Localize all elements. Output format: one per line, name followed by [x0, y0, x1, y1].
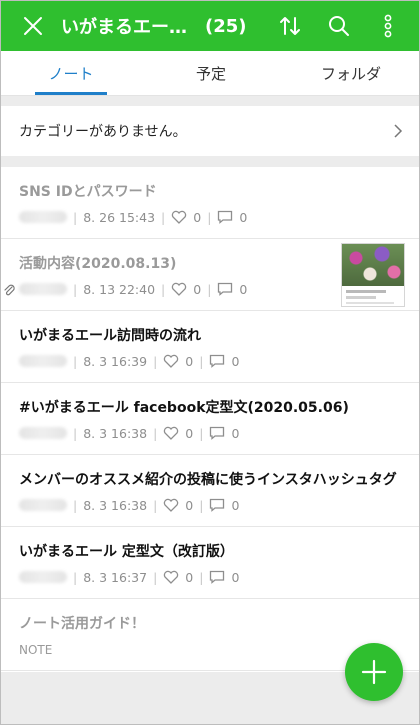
comment-icon	[209, 498, 225, 512]
heart-icon	[163, 570, 179, 584]
paperclip-icon	[4, 284, 15, 296]
list-item[interactable]: メンバーのオススメ紹介の投稿に使うインスタハッシュタグ | 8. 3 16:38…	[1, 455, 419, 527]
note-date: 8. 3 16:39	[83, 353, 148, 369]
comment-count: 0	[239, 209, 248, 225]
author-name-blurred	[19, 211, 67, 223]
sort-icon	[280, 17, 300, 35]
note-date: 8. 13 22:40	[83, 281, 156, 297]
more-vertical-icon	[384, 14, 392, 38]
comment-icon	[217, 210, 233, 224]
heart-icon	[163, 354, 179, 368]
note-meta: | 8. 3 16:38 | 0 | 0	[19, 497, 239, 513]
like-count: 0	[193, 209, 202, 225]
comment-icon	[209, 426, 225, 440]
author-name-blurred	[19, 499, 67, 511]
like-count: 0	[185, 425, 194, 441]
tab-folders[interactable]: フォルダ	[281, 51, 419, 95]
heart-icon	[171, 282, 187, 296]
note-date: 8. 3 16:37	[83, 569, 148, 585]
list-item[interactable]: いがまるエール訪問時の流れ | 8. 3 16:39 | 0 | 0	[1, 311, 419, 383]
comment-count: 0	[231, 569, 240, 585]
search-button[interactable]	[314, 1, 364, 51]
list-item[interactable]: #いがまるエール facebook定型文(2020.05.06) | 8. 3 …	[1, 383, 419, 455]
notes-list: SNS IDとパスワード | 8. 26 15:43 | 0 | 0 活動内容(…	[1, 167, 419, 672]
note-meta: | 8. 3 16:38 | 0 | 0	[19, 425, 239, 441]
comment-icon	[209, 570, 225, 584]
more-button[interactable]	[363, 1, 413, 51]
note-count: (25)	[205, 15, 247, 37]
list-item[interactable]: SNS IDとパスワード | 8. 26 15:43 | 0 | 0	[1, 167, 419, 239]
top-app-bar: いがまるエー… (25)	[1, 1, 419, 51]
heart-icon	[163, 426, 179, 440]
author-name-blurred	[19, 427, 67, 439]
tab-bar: ノート 予定 フォルダ	[1, 51, 419, 96]
app-frame: いがまるエー… (25) ノート 予定 フォルダ カテゴリーがありません。 SN…	[0, 0, 420, 725]
note-title: SNS IDとパスワード	[19, 184, 157, 200]
category-text: カテゴリーがありません。	[19, 124, 187, 140]
like-count: 0	[193, 281, 202, 297]
author-name-blurred	[19, 355, 67, 367]
category-row[interactable]: カテゴリーがありません。	[1, 106, 419, 156]
comment-count: 0	[239, 281, 248, 297]
comment-count: 0	[231, 353, 240, 369]
close-button[interactable]	[8, 1, 58, 51]
note-type-label: NOTE	[19, 643, 53, 657]
note-title: ノート活用ガイド！	[19, 616, 145, 632]
note-meta: | 8. 3 16:37 | 0 | 0	[19, 569, 239, 585]
search-icon	[329, 16, 349, 36]
heart-icon	[171, 210, 187, 224]
comment-icon	[217, 282, 233, 296]
comment-count: 0	[231, 425, 240, 441]
author-name-blurred	[19, 283, 67, 295]
like-count: 0	[185, 497, 194, 513]
list-item[interactable]: いがまるエール 定型文（改訂版） | 8. 3 16:37 | 0 | 0	[1, 527, 419, 599]
like-count: 0	[185, 569, 194, 585]
tab-schedule[interactable]: 予定	[141, 51, 281, 95]
notebook-title[interactable]: いがまるエー…	[61, 1, 201, 51]
note-title: #いがまるエール facebook定型文(2020.05.06)	[19, 400, 349, 416]
tab-notes[interactable]: ノート	[1, 51, 141, 95]
note-title: いがまるエール訪問時の流れ	[19, 328, 201, 344]
comment-icon	[209, 354, 225, 368]
add-note-button[interactable]	[345, 643, 403, 701]
list-item[interactable]: 活動内容(2020.08.13) | 8. 13 22:40 | 0 | 0	[1, 239, 419, 311]
comment-count: 0	[231, 497, 240, 513]
note-title: メンバーのオススメ紹介の投稿に使うインスタハッシュタグ	[19, 472, 397, 488]
author-name-blurred	[19, 571, 67, 583]
note-meta: | 8. 26 15:43 | 0 | 0	[19, 209, 247, 225]
note-title: いがまるエール 定型文（改訂版）	[19, 544, 234, 560]
close-icon	[24, 17, 42, 35]
note-thumbnail	[341, 243, 405, 307]
note-date: 8. 3 16:38	[83, 425, 148, 441]
plus-icon	[361, 659, 387, 685]
note-meta: | 8. 13 22:40 | 0 | 0	[19, 281, 247, 297]
note-title: 活動内容(2020.08.13)	[19, 256, 177, 272]
chevron-right-icon	[394, 124, 403, 138]
sort-button[interactable]	[265, 1, 315, 51]
note-meta: | 8. 3 16:39 | 0 | 0	[19, 353, 239, 369]
note-date: 8. 3 16:38	[83, 497, 148, 513]
heart-icon	[163, 498, 179, 512]
like-count: 0	[185, 353, 194, 369]
note-date: 8. 26 15:43	[83, 209, 156, 225]
